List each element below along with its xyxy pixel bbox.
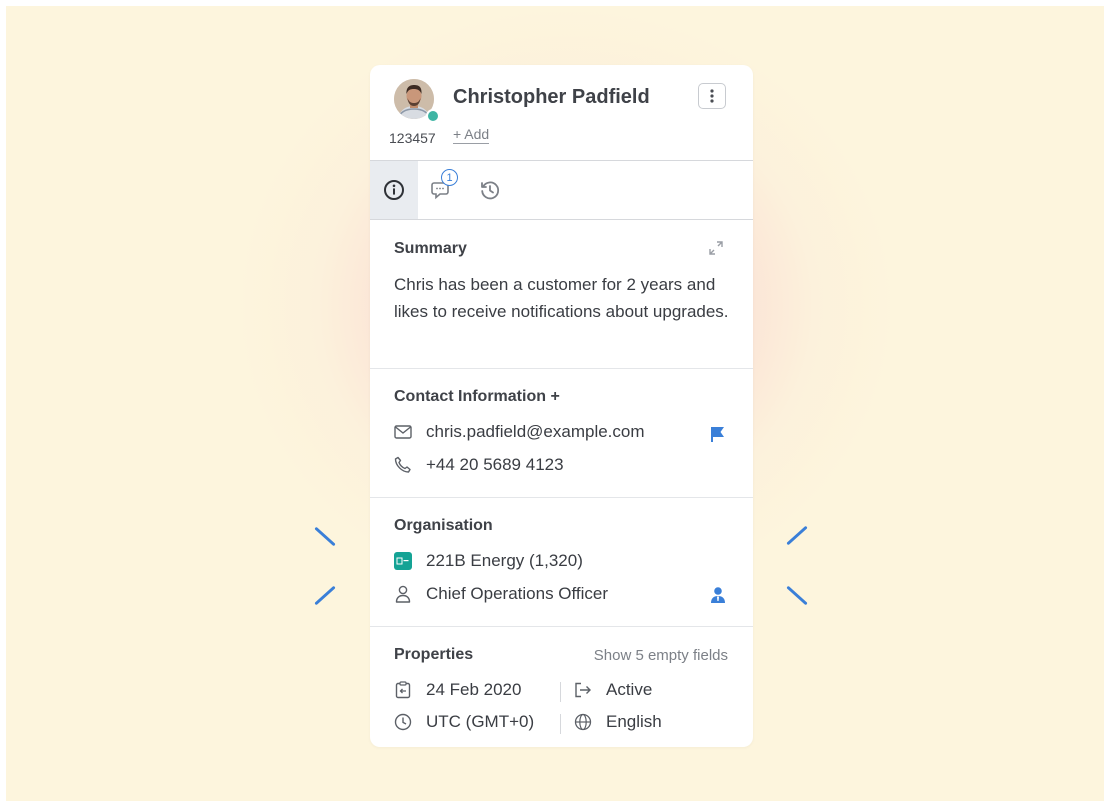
- summary-section: Summary Chris has been a customer for 2 …: [370, 220, 753, 369]
- contact-information-section: Contact Information + chris.padfield@exa…: [370, 369, 753, 498]
- vertical-dots-icon: [710, 89, 714, 103]
- email-row[interactable]: chris.padfield@example.com: [394, 422, 645, 442]
- globe-icon: [574, 713, 592, 731]
- tab-info[interactable]: [370, 161, 418, 219]
- contact-name: Christopher Padfield: [453, 86, 650, 108]
- contact-information-title[interactable]: Contact Information +: [394, 388, 560, 406]
- created-date-value: 24 Feb 2020: [426, 680, 522, 699]
- email-value: chris.padfield@example.com: [426, 422, 645, 441]
- properties-title: Properties: [394, 646, 474, 663]
- property-divider: [560, 682, 561, 702]
- phone-icon: [394, 456, 412, 474]
- language-value: English: [606, 712, 662, 731]
- role-row[interactable]: Chief Operations Officer: [394, 584, 608, 604]
- sign-out-icon: [574, 681, 592, 699]
- phone-value: +44 20 5689 4123: [426, 455, 564, 474]
- tab-bar: 1: [370, 161, 753, 220]
- org-chart-person-icon[interactable]: [709, 586, 727, 609]
- company-row[interactable]: 221B Energy (1,320): [394, 551, 583, 571]
- calendar-import-icon: [394, 681, 412, 699]
- tab-history[interactable]: [466, 161, 514, 219]
- clock-icon: [394, 713, 412, 731]
- info-icon: [384, 180, 404, 200]
- company-value: 221B Energy (1,320): [426, 551, 583, 570]
- add-tag-link[interactable]: + Add: [453, 126, 490, 144]
- contact-id: 123457: [389, 130, 436, 146]
- company-logo-icon: [394, 552, 412, 570]
- flag-icon[interactable]: [710, 426, 726, 447]
- more-options-button[interactable]: [698, 83, 726, 109]
- organisation-title: Organisation: [394, 517, 493, 534]
- created-date-row: 24 Feb 2020: [394, 680, 521, 700]
- organisation-section: Organisation 221B Energy (1,320) Chief O…: [370, 498, 753, 627]
- contact-header: Christopher Padfield 123457 + Add: [370, 65, 753, 161]
- property-divider: [560, 714, 561, 734]
- unread-badge: 1: [441, 169, 458, 186]
- person-icon: [394, 585, 412, 603]
- history-icon: [481, 181, 500, 200]
- tab-conversations[interactable]: [418, 161, 466, 219]
- online-status-dot: [426, 109, 440, 123]
- expand-icon[interactable]: [707, 239, 725, 262]
- status-value: Active: [606, 680, 653, 699]
- timezone-value: UTC (GMT+0): [426, 712, 535, 731]
- timezone-row: UTC (GMT+0): [394, 712, 534, 732]
- summary-text: Chris has been a customer for 2 years an…: [394, 275, 729, 321]
- role-value: Chief Operations Officer: [426, 584, 609, 603]
- language-row: English: [574, 712, 662, 732]
- summary-title: Summary: [394, 240, 467, 257]
- mail-icon: [394, 423, 412, 441]
- contact-card: Christopher Padfield 123457 + Add 1 Summ…: [370, 65, 753, 747]
- phone-row[interactable]: +44 20 5689 4123: [394, 455, 564, 475]
- status-row: Active: [574, 680, 652, 700]
- properties-section: Properties Show 5 empty fields 24 Feb 20…: [370, 627, 753, 747]
- show-empty-fields-link[interactable]: Show 5 empty fields: [594, 647, 728, 664]
